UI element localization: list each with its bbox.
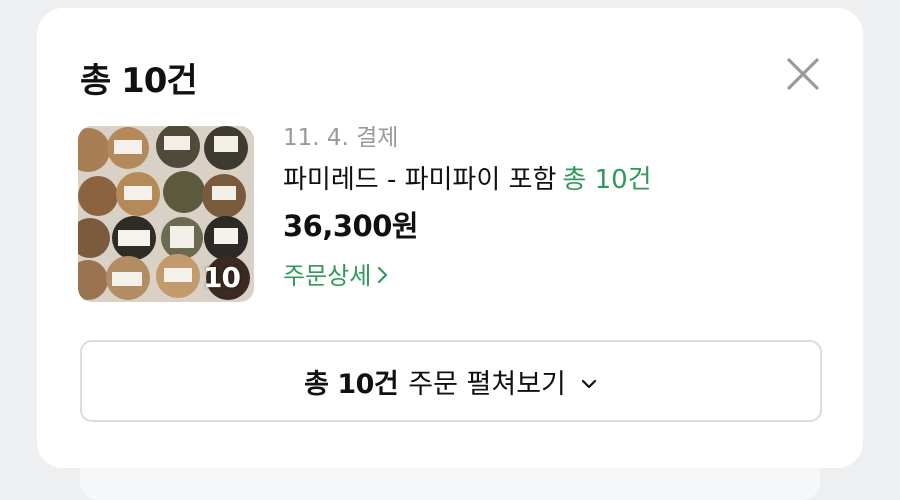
order-price: 36,300원 <box>283 209 419 243</box>
order-info: 11. 4. 결제 파미레드 - 파미파이 포함 총 10건 36,300원 주문… <box>283 120 803 294</box>
product-count: 총 10건 <box>562 165 652 195</box>
order-summary-card: 총 10건 10 11. 4. 결제 파미레드 - 파미파이 포함 총 10건 … <box>37 8 863 468</box>
product-thumbnail[interactable]: 10 <box>78 126 254 302</box>
product-name: 파미레드 - 파미파이 포함 <box>283 165 557 195</box>
card-title: 총 10건 <box>80 61 198 101</box>
close-icon <box>787 58 819 90</box>
expand-orders-button[interactable]: 총 10건 주문 펼쳐보기 <box>80 340 822 422</box>
payment-date: 11. 4. 결제 <box>283 125 399 151</box>
chevron-right-icon <box>377 259 389 295</box>
expand-label: 주문 펼쳐보기 <box>408 368 566 400</box>
thumbnail-count-badge: 10 <box>203 261 241 294</box>
product-line: 파미레드 - 파미파이 포함 총 10건 <box>283 162 803 198</box>
expand-count-label: 총 10건 <box>304 368 399 400</box>
order-detail-label: 주문상세 <box>283 262 372 290</box>
order-detail-link[interactable]: 주문상세 <box>283 258 389 294</box>
close-button[interactable] <box>783 54 823 94</box>
chevron-down-icon <box>580 366 598 397</box>
